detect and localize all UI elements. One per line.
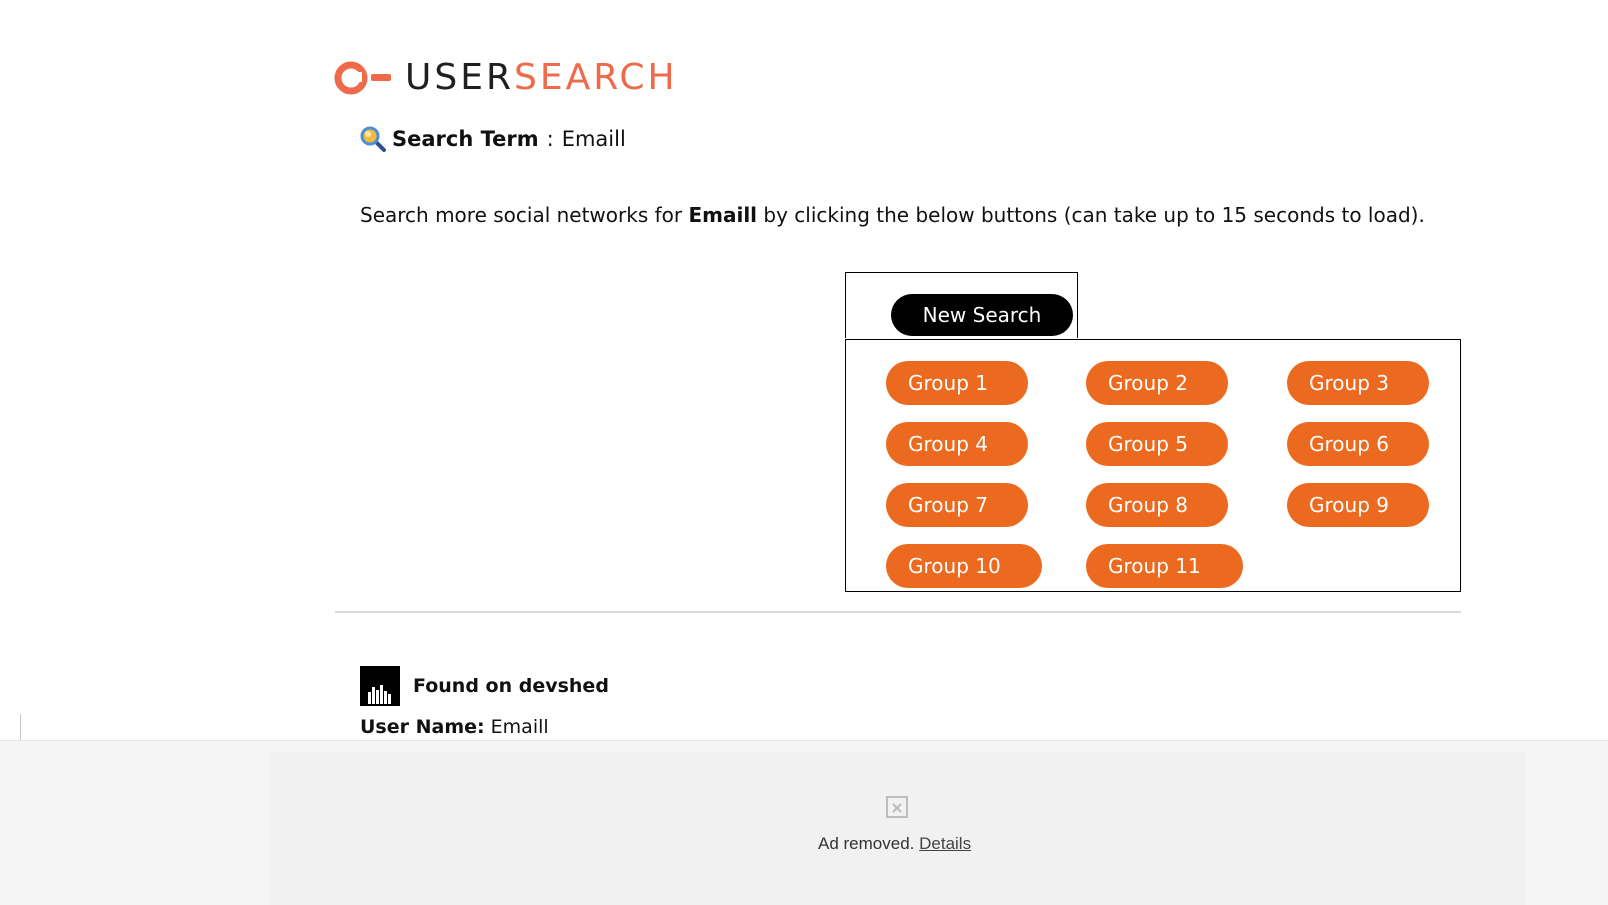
ad-removed-text: Ad removed. [818,834,915,853]
usersearch-logo[interactable]: USERSEARCH [333,58,678,98]
search-term-row: Search Term : Emaill [360,126,626,152]
result-source: Found on devshed [360,666,609,706]
description-term: Emaill [688,203,758,227]
group-10-button[interactable]: Group 10 [886,544,1042,588]
result-username: User Name: Emaill [360,716,549,738]
description-suffix: by clicking the below buttons (can take … [757,203,1425,227]
group-3-button[interactable]: Group 3 [1287,361,1429,405]
group-4-button[interactable]: Group 4 [886,422,1028,466]
group-8-button[interactable]: Group 8 [1086,483,1228,527]
group-2-button[interactable]: Group 2 [1086,361,1228,405]
logo-text-user: USER [405,57,514,98]
group-1-button[interactable]: Group 1 [886,361,1028,405]
devshed-icon [360,666,400,706]
group-7-button[interactable]: Group 7 [886,483,1028,527]
group-6-button[interactable]: Group 6 [1287,422,1429,466]
group-9-button[interactable]: Group 9 [1287,483,1429,527]
ad-panel [270,752,1525,905]
usersearch-logo-icon [333,58,395,98]
group-5-button[interactable]: Group 5 [1086,422,1228,466]
search-term-value: Emaill [561,127,626,151]
ad-details-link[interactable]: Details [919,834,971,853]
ad-removed-notice: Ad removed. Details [818,834,971,854]
logo-text: USERSEARCH [405,58,678,98]
found-on-label: Found on devshed [413,675,609,697]
search-description: Search more social networks for Emaill b… [360,203,1425,227]
page: USERSEARCH Search Term : Emaill Search m… [0,0,1608,905]
description-prefix: Search more social networks for [360,203,689,227]
new-search-button[interactable]: New Search [891,294,1073,336]
search-term-label: Search Term [392,127,539,151]
group-11-button[interactable]: Group 11 [1086,544,1243,588]
username-value: Emaill [490,716,549,738]
divider [335,611,1461,613]
broken-image-icon [886,796,908,818]
logo-text-search: SEARCH [513,57,678,98]
groups-box: Group 1 Group 2 Group 3 Group 4 Group 5 … [845,339,1461,592]
magnifier-icon [360,126,386,152]
username-label: User Name: [360,716,485,738]
search-term-separator: : [546,127,554,151]
new-search-box: New Search [845,272,1078,338]
